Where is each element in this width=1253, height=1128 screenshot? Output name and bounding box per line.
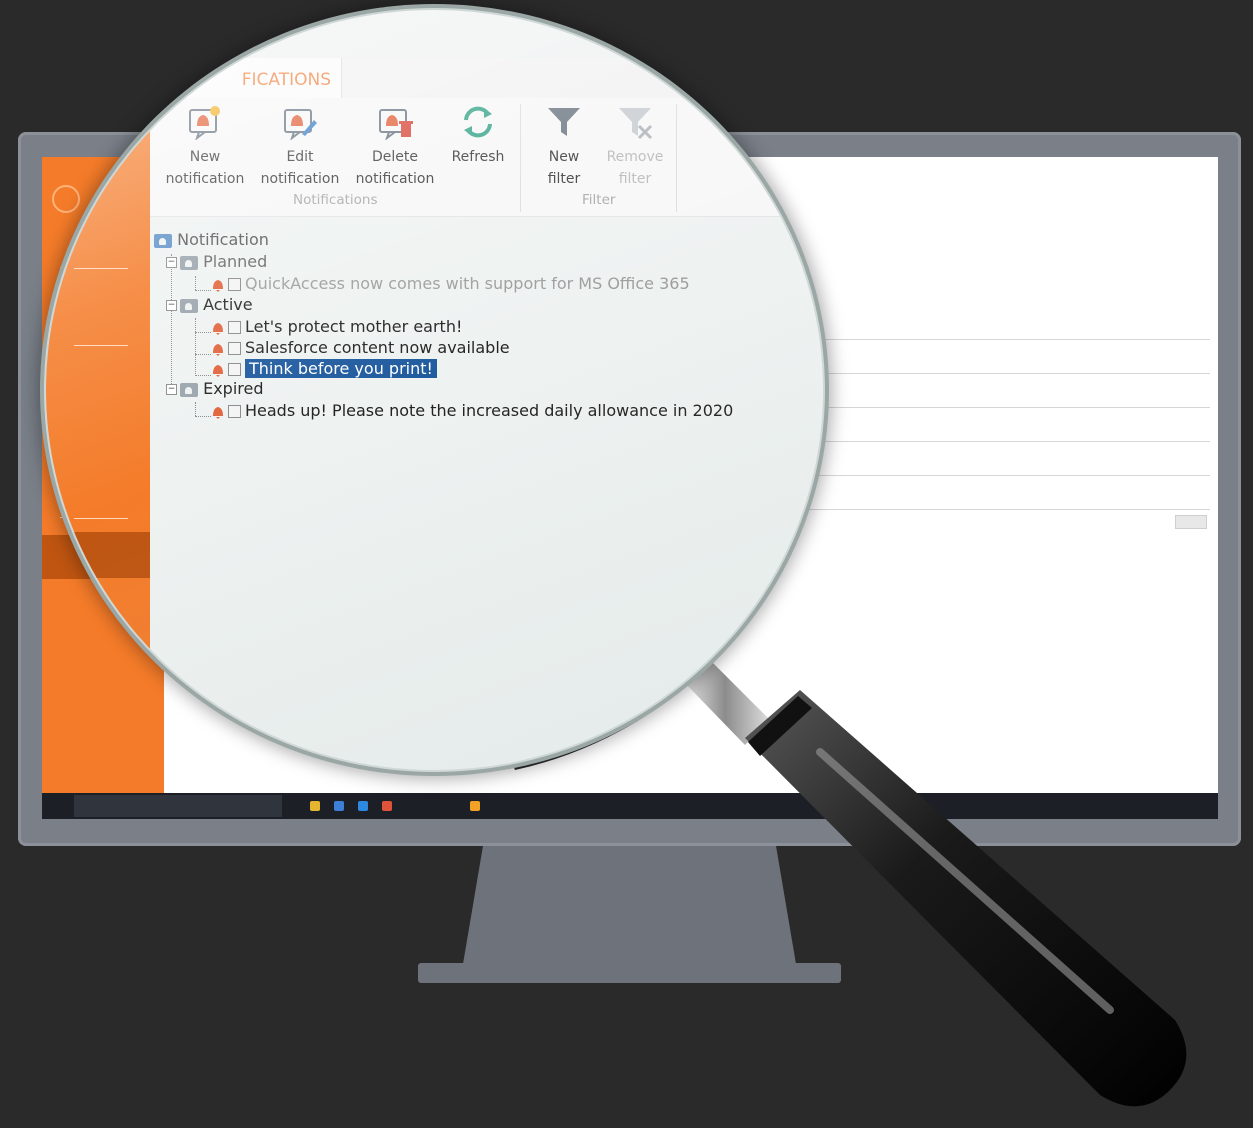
collapse-toggle[interactable]: − xyxy=(166,384,177,395)
bell-edit-icon xyxy=(284,109,317,140)
ribbon-tabbar: FICATIONS xyxy=(150,58,823,99)
edit-notification-button[interactable]: Edit notification xyxy=(255,104,345,190)
bell-icon xyxy=(213,322,223,335)
sidebar-selected-item[interactable] xyxy=(46,532,150,578)
app-logo-icon xyxy=(52,185,84,217)
tree-node-expired[interactable]: Expired xyxy=(180,379,264,399)
tree-item-label: Let's protect mother earth! xyxy=(245,317,463,336)
remove-filter-button[interactable]: Remove filter xyxy=(590,104,680,190)
app-sidebar-zoomed xyxy=(46,10,150,770)
group-label-notifications: Notifications xyxy=(293,192,378,208)
item-checkbox[interactable] xyxy=(228,363,241,376)
item-checkbox[interactable] xyxy=(228,278,241,291)
tree-connector xyxy=(195,375,211,376)
group-label-filter: Filter xyxy=(582,192,616,208)
tree-connector xyxy=(195,416,211,417)
group-separator xyxy=(676,104,677,212)
tree-item[interactable]: QuickAccess now comes with support for M… xyxy=(212,274,690,294)
bell-delete-icon xyxy=(379,109,413,140)
button-label: notification xyxy=(165,171,245,187)
tree-root[interactable]: Notification xyxy=(154,230,269,250)
tree-node-planned[interactable]: Planned xyxy=(180,252,267,272)
new-notification-button[interactable]: New notification xyxy=(160,104,250,190)
tree-root-label: Notification xyxy=(177,230,269,249)
filter-icon xyxy=(548,108,580,136)
button-label: Edit xyxy=(286,149,314,165)
sidebar-divider xyxy=(74,518,128,519)
folder-icon xyxy=(180,255,198,270)
tree-item-label: Heads up! Please note the increased dail… xyxy=(245,401,734,420)
magnifier-lens: FICATIONS New notification Edit notifica… xyxy=(46,10,823,770)
folder-icon xyxy=(180,298,198,313)
button-label: Delete xyxy=(372,149,418,165)
tree-item-selected[interactable]: Think before you print! xyxy=(212,359,437,379)
tree-node-label: Active xyxy=(203,295,253,314)
tree-connector xyxy=(195,290,211,291)
tree-connector xyxy=(195,332,211,333)
item-checkbox[interactable] xyxy=(228,342,241,355)
tree-item-label: QuickAccess now comes with support for M… xyxy=(245,274,690,293)
tree-node-label: Expired xyxy=(203,379,264,398)
button-label: New xyxy=(189,149,221,165)
folder-icon xyxy=(180,382,198,397)
tree-item[interactable]: Salesforce content now available xyxy=(212,338,510,358)
bell-add-icon xyxy=(189,106,220,140)
tree-connector xyxy=(171,254,172,392)
bell-icon xyxy=(213,343,223,356)
button-label: notification xyxy=(260,171,340,187)
sidebar-divider xyxy=(74,268,128,269)
folder-icon xyxy=(154,233,172,248)
item-checkbox[interactable] xyxy=(228,405,241,418)
collapse-toggle[interactable]: − xyxy=(166,300,177,311)
button-label: Refresh xyxy=(451,149,505,165)
button-label: Remove xyxy=(606,149,664,165)
tree-connector xyxy=(195,402,196,416)
button-label: filter xyxy=(618,171,652,187)
tree-item-label: Think before you print! xyxy=(245,359,437,378)
tree-item[interactable]: Let's protect mother earth! xyxy=(212,317,462,337)
tree-item-label: Salesforce content now available xyxy=(245,338,510,357)
delete-notification-button[interactable]: Delete notification xyxy=(350,104,440,190)
item-checkbox[interactable] xyxy=(228,321,241,334)
tree-connector xyxy=(195,276,196,290)
refresh-button[interactable]: Refresh xyxy=(433,104,523,168)
tree-node-label: Planned xyxy=(203,252,268,271)
tab-notifications[interactable]: FICATIONS xyxy=(150,58,342,98)
tree-item[interactable]: Heads up! Please note the increased dail… xyxy=(212,401,733,421)
tree-connector xyxy=(195,354,211,355)
bell-icon xyxy=(213,406,223,419)
refresh-icon xyxy=(464,106,492,138)
button-label: notification xyxy=(355,171,435,187)
bell-icon xyxy=(213,364,223,377)
tree-connector xyxy=(195,318,196,376)
tree-node-active[interactable]: Active xyxy=(180,295,253,315)
ribbon: New notification Edit notification Delet… xyxy=(150,98,823,217)
filter-remove-icon xyxy=(619,108,653,140)
sidebar-divider xyxy=(74,345,128,346)
bell-icon xyxy=(213,279,223,292)
collapse-toggle[interactable]: − xyxy=(166,257,177,268)
